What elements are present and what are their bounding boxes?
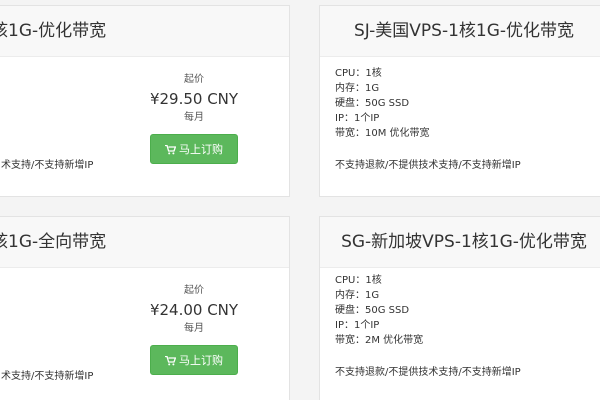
order-now-button[interactable]: 马上订购 [150, 134, 238, 164]
order-now-button[interactable]: 马上订购 [150, 345, 238, 375]
spec-cpu: CPU：1核 [335, 68, 382, 79]
product-card: SJ-美国VPS-1核1G-优化带宽 CPU：1核 内存：1G 硬盘：50G S… [319, 5, 600, 197]
spec-bandwidth: 带宽：10M 优化带宽 [335, 128, 430, 139]
price-caption: 起价 [184, 285, 204, 296]
product-title: 核1G-全向带宽 [0, 217, 289, 268]
price-amount: ¥24.00 CNY [149, 301, 239, 319]
product-title: SJ-美国VPS-1核1G-优化带宽 [320, 6, 600, 57]
plan-note: 术支持/不支持新增IP [1, 371, 94, 382]
product-title: SG-新加坡VPS-1核1G-优化带宽 [320, 217, 600, 268]
spec-memory: 内存：1G [335, 83, 380, 94]
product-card: 核1G-优化带宽 起价 ¥29.50 CNY 每月 马上订购 术支持/不支持新增… [0, 5, 290, 197]
price-block: 起价 ¥24.00 CNY 每月 马上订购 [134, 284, 254, 375]
price-amount: ¥29.50 CNY [149, 90, 239, 108]
product-card: SG-新加坡VPS-1核1G-优化带宽 CPU：1核 内存：1G 硬盘：50G … [319, 216, 600, 400]
product-grid: 核1G-优化带宽 起价 ¥29.50 CNY 每月 马上订购 术支持/不支持新增… [0, 0, 600, 400]
spec-disk: 硬盘：50G SSD [335, 305, 410, 316]
spec-bandwidth: 带宽：2M 优化带宽 [335, 335, 424, 346]
spec-list: CPU：1核 内存：1G 硬盘：50G SSD IP：1个IP 带宽：2M 优化… [335, 273, 423, 348]
order-button-label: 马上订购 [179, 354, 223, 367]
shopping-cart-icon [165, 144, 177, 155]
spec-ip: IP：1个IP [335, 113, 380, 124]
shopping-cart-icon [165, 355, 177, 366]
plan-note: 不支持退款/不提供技术支持/不支持新增IP [335, 160, 521, 171]
spec-cpu: CPU：1核 [335, 275, 382, 286]
product-card: 核1G-全向带宽 起价 ¥24.00 CNY 每月 马上订购 术支持/不支持新增… [0, 216, 290, 400]
spec-ip: IP：1个IP [335, 320, 380, 331]
spec-disk: 硬盘：50G SSD [335, 98, 410, 109]
billing-cycle: 每月 [184, 323, 204, 334]
plan-note: 不支持退款/不提供技术支持/不支持新增IP [335, 367, 521, 378]
order-button-label: 马上订购 [179, 143, 223, 156]
price-caption: 起价 [184, 74, 204, 85]
billing-cycle: 每月 [184, 112, 204, 123]
product-title: 核1G-优化带宽 [0, 6, 289, 57]
plan-note: 术支持/不支持新增IP [1, 160, 94, 171]
price-block: 起价 ¥29.50 CNY 每月 马上订购 [134, 73, 254, 164]
spec-list: CPU：1核 内存：1G 硬盘：50G SSD IP：1个IP 带宽：10M 优… [335, 66, 430, 141]
spec-memory: 内存：1G [335, 290, 380, 301]
